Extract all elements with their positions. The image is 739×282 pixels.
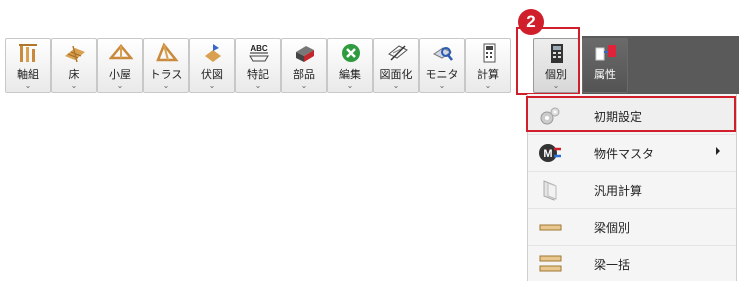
chevron-down-icon: ⌄ [208,81,216,90]
floor-icon [65,45,85,63]
chevron-down-icon: ⌄ [300,81,308,90]
ribbon-label: 編集 [339,68,361,81]
ribbon-label: トラス [149,68,183,81]
menu-item-initial-settings[interactable]: 初期設定 [526,96,736,132]
ribbon-label: 部品 [293,68,315,81]
abc-note-icon: ABC [249,44,269,62]
menu-item-beam-individual[interactable]: 梁個別 [528,209,736,245]
ribbon-button-calc[interactable]: 計算 ⌄ [465,38,511,93]
chevron-down-icon: ⌄ [254,81,262,90]
roof-truss-icon [109,44,133,60]
menu-item-property-master[interactable]: M 物件マスタ [528,135,736,171]
ribbon-button-drawing[interactable]: 図面化 ⌄ [373,38,419,93]
step-badge: 2 [518,9,544,35]
parts-icon [296,46,314,62]
chevron-down-icon: ⌄ [392,81,400,90]
ribbon-label: 個別 [545,68,567,81]
beam-batch-icon [539,255,562,272]
edit-tools-icon [342,44,360,62]
gears-icon [540,107,560,125]
ribbon-label: 床 [68,68,80,81]
chevron-down-icon: ⌄ [552,81,560,90]
ribbon-button-parts[interactable]: 部品 ⌄ [281,38,327,93]
chevron-down-icon: ⌄ [484,81,492,90]
menu-item-label: 物件マスタ [594,147,655,161]
ribbon-label: 図面化 [379,68,413,81]
ribbon-button-individual[interactable]: 個別 ⌄ [533,38,579,93]
menu-item-general-calc[interactable]: 汎用計算 [528,172,736,208]
menu-item-label: 初期設定 [594,110,643,124]
general-calc-icon [543,180,557,201]
truss-icon [156,42,179,62]
svg-text:M: M [543,148,552,160]
chevron-down-icon: ⌄ [438,81,446,90]
ribbon-button-attribute[interactable]: 属性 [582,38,628,93]
ribbon-label: モニタ [425,68,459,81]
frame-icon [19,44,37,62]
ribbon-button-roof[interactable]: 小屋 ⌄ [97,38,143,93]
dropdown-menu: 初期設定 M 物件マスタ 汎用計算 梁個別 梁一括 [526,94,737,282]
monitor-icon [433,47,453,61]
menu-item-label: 汎用計算 [594,184,643,198]
ribbon-label: 伏図 [201,68,223,81]
menu-item-beam-batch[interactable]: 梁一括 [528,246,736,282]
ribbon-label: 小屋 [109,68,131,81]
calculation-icon [483,43,496,63]
master-icon: M [539,144,561,162]
ribbon-button-floor[interactable]: 床 ⌄ [51,38,97,93]
chevron-down-icon: ⌄ [116,81,124,90]
chevron-down-icon: ⌄ [162,81,170,90]
chevron-down-icon: ⌄ [346,81,354,90]
ribbon-label: 特記 [247,68,269,81]
individual-calc-icon [551,44,563,63]
ribbon-label: 計算 [477,68,499,81]
beam-icon [539,224,562,231]
ribbon-label: 属性 [594,68,616,81]
svg-text:ABC: ABC [250,44,268,53]
ribbon-button-monitor[interactable]: モニタ ⌄ [419,38,465,93]
ribbon-button-edit[interactable]: 編集 ⌄ [327,38,373,93]
chevron-down-icon: ⌄ [70,81,78,90]
ribbon-button-frame[interactable]: 軸組 ⌄ [5,38,51,93]
ribbon-button-truss[interactable]: トラス ⌄ [143,38,189,93]
ribbon-label: 軸組 [17,68,39,81]
submenu-arrow-icon [716,147,720,155]
ribbon-button-floor-plan[interactable]: 伏図 ⌄ [189,38,235,93]
menu-item-label: 梁個別 [594,221,631,235]
drawing-icon [388,45,408,61]
attribute-icon [595,45,616,61]
floor-plan-icon [205,44,221,62]
ribbon-button-note[interactable]: ABC 特記 ⌄ [235,38,281,93]
menu-item-label: 梁一括 [594,258,631,272]
chevron-down-icon: ⌄ [24,81,32,90]
